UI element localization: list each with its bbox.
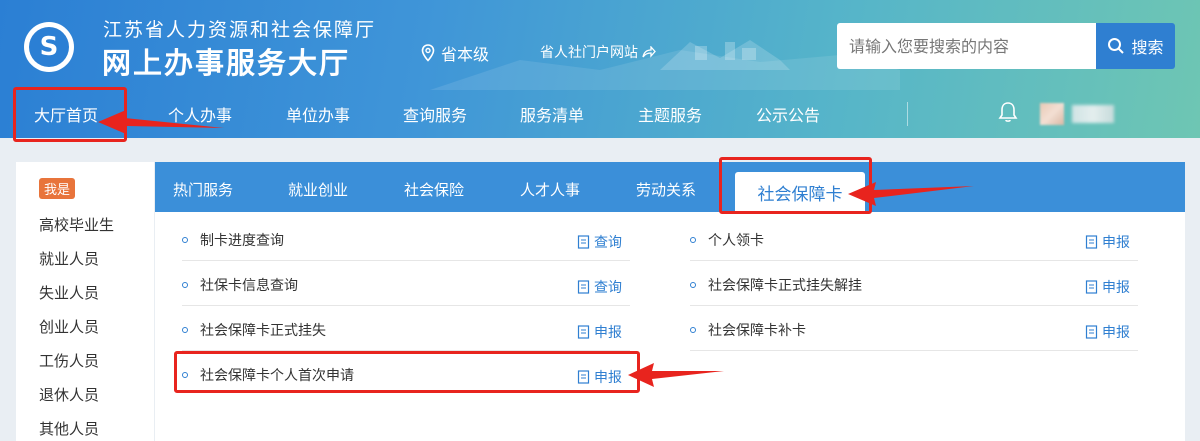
document-icon <box>1085 235 1098 249</box>
tab-labor-relations[interactable]: 劳动关系 <box>636 179 696 200</box>
row-divider <box>690 260 1138 261</box>
tab-social-insurance[interactable]: 社会保险 <box>404 179 464 200</box>
service-action[interactable]: 申报 <box>1085 322 1130 342</box>
row-divider <box>182 260 630 261</box>
sidebar-item-other[interactable]: 其他人员 <box>39 418 99 439</box>
annotation-arrow-home <box>98 110 224 134</box>
org-name: 江苏省人力资源和社会保障厅 <box>103 19 377 41</box>
service-label: 个人领卡 <box>708 233 764 249</box>
bell-icon[interactable] <box>998 100 1018 124</box>
nav-item-theme[interactable]: 主题服务 <box>638 102 702 126</box>
portal-link[interactable]: 省人社门户网站 <box>540 42 656 62</box>
sidebar-item-graduate[interactable]: 高校毕业生 <box>39 214 114 235</box>
annotation-arrow-first-apply <box>628 363 724 387</box>
service-item[interactable]: 个人领卡 <box>690 228 764 252</box>
row-divider <box>690 305 1138 306</box>
sidebar-item-injured[interactable]: 工伤人员 <box>39 350 99 371</box>
region-selector[interactable]: 省本级 <box>421 41 489 65</box>
row-divider <box>690 350 1138 351</box>
share-arrow-icon <box>642 46 656 58</box>
sidebar-item-entrepreneur[interactable]: 创业人员 <box>39 316 99 337</box>
nav-item-company[interactable]: 单位办事 <box>286 102 350 126</box>
sidebar-item-retired[interactable]: 退休人员 <box>39 384 99 405</box>
document-icon <box>1085 325 1098 339</box>
logo[interactable]: S <box>24 22 74 72</box>
annotation-box-first-apply <box>174 351 640 393</box>
bullet-icon <box>690 237 696 243</box>
service-action[interactable]: 申报 <box>577 322 622 342</box>
document-icon <box>577 235 590 249</box>
service-item[interactable]: 社保卡信息查询 <box>182 273 298 297</box>
service-item[interactable]: 社会保障卡正式挂失解挂 <box>690 273 862 297</box>
service-tabs: 热门服务 就业创业 社会保险 人才人事 劳动关系 <box>155 162 1185 212</box>
document-icon <box>577 280 590 294</box>
search-button[interactable]: 搜索 <box>1096 23 1175 69</box>
bullet-icon <box>690 327 696 333</box>
nav-item-service-list[interactable]: 服务清单 <box>520 102 584 126</box>
sidebar-item-unemployed[interactable]: 失业人员 <box>39 282 99 303</box>
service-label: 社会保障卡补卡 <box>708 323 806 339</box>
bullet-icon <box>690 282 696 288</box>
document-icon <box>577 325 590 339</box>
service-action[interactable]: 查询 <box>577 232 622 252</box>
bullet-icon <box>182 237 188 243</box>
service-label: 社会保障卡正式挂失 <box>200 323 326 339</box>
row-divider <box>182 305 630 306</box>
search-icon <box>1108 38 1125 54</box>
site-name: 网上办事服务大厅 <box>102 46 351 80</box>
service-label: 社保卡信息查询 <box>200 278 298 294</box>
tab-hot-services[interactable]: 热门服务 <box>173 179 233 200</box>
bullet-icon <box>182 327 188 333</box>
service-item[interactable]: 制卡进度查询 <box>182 228 284 252</box>
portal-link-label: 省人社门户网站 <box>540 45 638 61</box>
tab-employment[interactable]: 就业创业 <box>288 179 348 200</box>
service-item[interactable]: 社会保障卡补卡 <box>690 318 806 342</box>
service-action[interactable]: 查询 <box>577 277 622 297</box>
role-badge: 我是 <box>39 178 76 199</box>
tab-talent[interactable]: 人才人事 <box>520 179 580 200</box>
avatar[interactable] <box>1040 103 1064 125</box>
nav-divider <box>907 102 908 126</box>
role-sidebar: 我是 高校毕业生 就业人员 失业人员 创业人员 工伤人员 退休人员 其他人员 <box>16 162 154 441</box>
search-input[interactable] <box>837 23 1097 69</box>
service-label: 社会保障卡正式挂失解挂 <box>708 278 862 294</box>
annotation-arrow-card-tab <box>848 182 974 206</box>
service-action-label: 查询 <box>594 280 622 296</box>
nav-item-notice[interactable]: 公示公告 <box>756 102 820 126</box>
document-icon <box>1085 280 1098 294</box>
service-item[interactable]: 社会保障卡正式挂失 <box>182 318 326 342</box>
location-pin-icon <box>421 44 435 62</box>
sidebar-item-employed[interactable]: 就业人员 <box>39 248 99 269</box>
service-action[interactable]: 申报 <box>1085 277 1130 297</box>
logo-letter: S <box>29 27 69 67</box>
bullet-icon <box>182 282 188 288</box>
region-label: 省本级 <box>441 45 490 64</box>
nav-item-query[interactable]: 查询服务 <box>403 102 467 126</box>
service-action-label: 申报 <box>1102 280 1130 296</box>
service-label: 制卡进度查询 <box>200 233 284 249</box>
service-action-label: 申报 <box>1102 235 1130 251</box>
search-button-label: 搜索 <box>1131 38 1164 57</box>
service-action-label: 查询 <box>594 235 622 251</box>
service-action[interactable]: 申报 <box>1085 232 1130 252</box>
service-action-label: 申报 <box>1102 325 1130 341</box>
user-name-blurred[interactable] <box>1072 105 1114 123</box>
service-action-label: 申报 <box>594 325 622 341</box>
